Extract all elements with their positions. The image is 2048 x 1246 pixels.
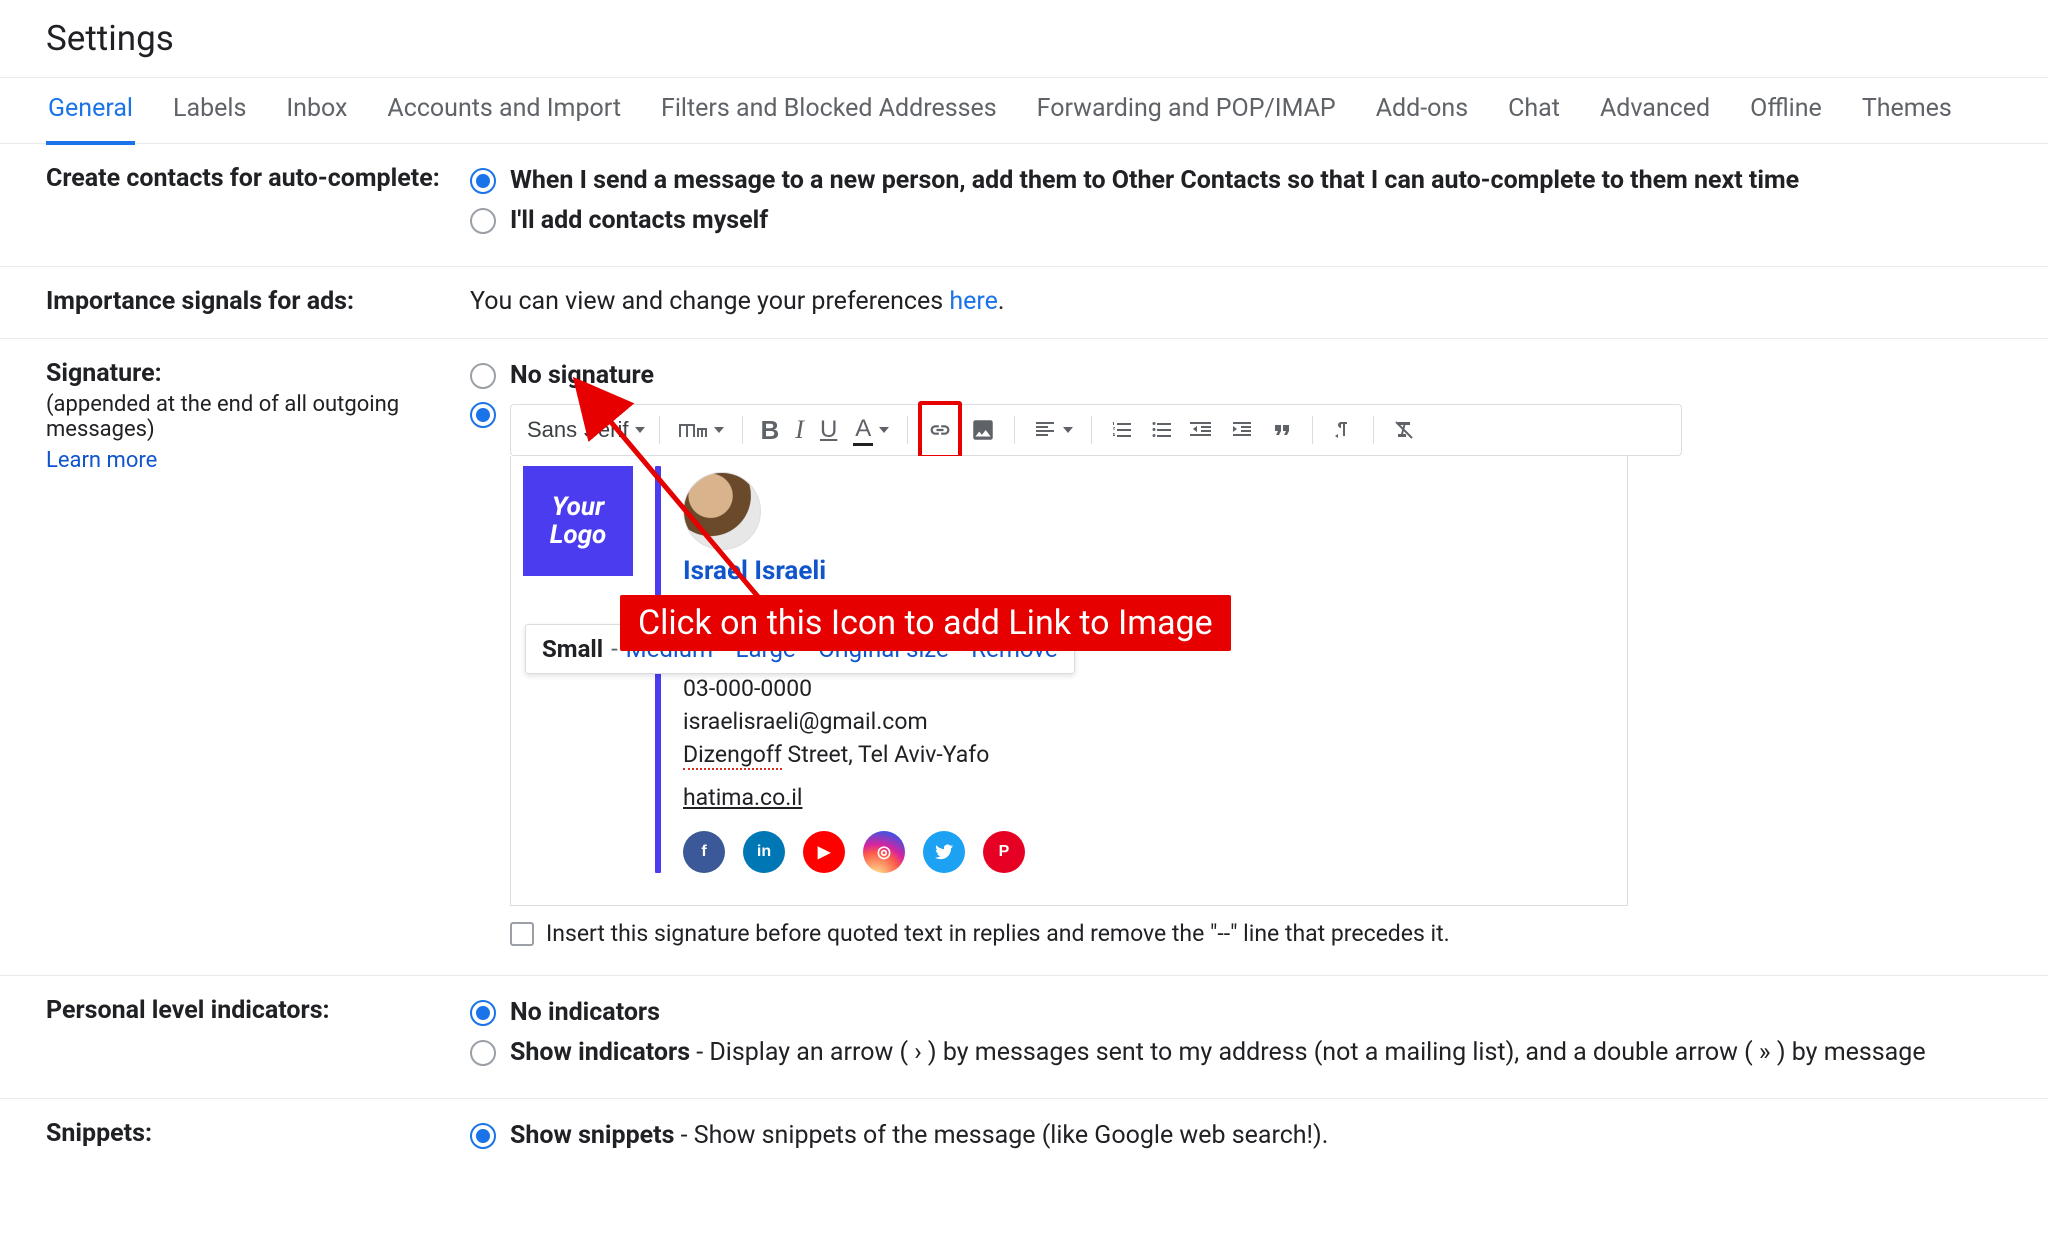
align-button[interactable] bbox=[1025, 405, 1081, 455]
numbered-list-button[interactable] bbox=[1102, 405, 1142, 455]
radio-use-signature[interactable] bbox=[470, 402, 496, 428]
ads-text-before: You can view and change your preferences bbox=[470, 287, 949, 316]
option-contacts-manual-label: I'll add contacts myself bbox=[510, 204, 768, 238]
tab-add-ons[interactable]: Add-ons bbox=[1374, 76, 1470, 145]
tab-general[interactable]: General bbox=[46, 76, 135, 145]
quote-button[interactable] bbox=[1262, 405, 1302, 455]
text-direction-icon bbox=[1331, 418, 1355, 442]
signature-website[interactable]: hatima.co.il bbox=[683, 784, 1025, 811]
signature-social-icons: f in ▶ ◎ P bbox=[683, 831, 1025, 873]
facebook-icon[interactable]: f bbox=[683, 831, 725, 873]
indent-more-button[interactable] bbox=[1222, 405, 1262, 455]
tab-advanced[interactable]: Advanced bbox=[1598, 76, 1712, 145]
label-signature: Signature: bbox=[46, 359, 470, 388]
learn-more-link[interactable]: Learn more bbox=[46, 448, 157, 473]
signature-phone2: 03-000-0000 bbox=[683, 675, 1025, 702]
option-no-signature-label: No signature bbox=[510, 359, 654, 393]
tab-offline[interactable]: Offline bbox=[1748, 76, 1824, 145]
bulleted-list-icon bbox=[1150, 418, 1174, 442]
settings-tabs: General Labels Inbox Accounts and Import Fil… bbox=[0, 77, 2048, 144]
row-contacts: Create contacts for auto-complete: When … bbox=[0, 144, 2048, 267]
pinterest-icon[interactable]: P bbox=[983, 831, 1025, 873]
option-show-snippets-label: Show snippets - Show snippets of the mes… bbox=[510, 1119, 1328, 1153]
row-ads: Importance signals for ads: You can view… bbox=[0, 267, 2048, 339]
radio-no-signature[interactable] bbox=[470, 363, 496, 389]
instagram-icon[interactable]: ◎ bbox=[863, 831, 905, 873]
radio-contacts-manual[interactable] bbox=[470, 208, 496, 234]
youtube-icon[interactable]: ▶ bbox=[803, 831, 845, 873]
text-direction-button[interactable] bbox=[1323, 405, 1363, 455]
signature-email: israelisraeli@gmail.com bbox=[683, 708, 1025, 735]
tab-filters-and-blocked-addresses[interactable]: Filters and Blocked Addresses bbox=[659, 76, 999, 145]
linkedin-icon[interactable]: in bbox=[743, 831, 785, 873]
ads-text-after: . bbox=[998, 287, 1005, 316]
indent-less-icon bbox=[1190, 418, 1214, 442]
signature-address: Dizengoff Street, Tel Aviv-Yafo bbox=[683, 741, 1025, 768]
label-contacts: Create contacts for auto-complete: bbox=[46, 164, 440, 193]
label-pli: Personal level indicators: bbox=[46, 996, 330, 1025]
tab-forwarding-and-pop-imap[interactable]: Forwarding and POP/IMAP bbox=[1035, 76, 1338, 145]
radio-no-indicators[interactable] bbox=[470, 1000, 496, 1026]
label-signature-sub: (appended at the end of all outgoing mes… bbox=[46, 392, 470, 442]
radio-contacts-auto[interactable] bbox=[470, 168, 496, 194]
option-show-indicators-label: Show indicators - Display an arrow ( › )… bbox=[510, 1036, 1926, 1070]
option-contacts-auto-label: When I send a message to a new person, a… bbox=[510, 164, 1799, 198]
row-snippets: Snippets: Show snippets - Show snippets … bbox=[0, 1099, 2048, 1181]
tab-chat[interactable]: Chat bbox=[1506, 76, 1562, 145]
insert-before-quote-label: Insert this signature before quoted text… bbox=[546, 920, 1450, 947]
indent-more-icon bbox=[1230, 418, 1254, 442]
tab-accounts-and-import[interactable]: Accounts and Import bbox=[385, 76, 623, 145]
remove-formatting-button[interactable] bbox=[1384, 405, 1424, 455]
twitter-icon[interactable] bbox=[923, 831, 965, 873]
row-pli: Personal level indicators: No indicators… bbox=[0, 976, 2048, 1099]
label-snippets: Snippets: bbox=[46, 1119, 152, 1148]
quote-icon bbox=[1270, 418, 1294, 442]
tab-inbox[interactable]: Inbox bbox=[284, 76, 349, 145]
align-left-icon bbox=[1033, 418, 1057, 442]
radio-show-indicators[interactable] bbox=[470, 1040, 496, 1066]
bulleted-list-button[interactable] bbox=[1142, 405, 1182, 455]
tab-labels[interactable]: Labels bbox=[171, 76, 248, 145]
page-title: Settings bbox=[0, 0, 2048, 77]
tab-themes[interactable]: Themes bbox=[1860, 76, 1954, 145]
label-ads: Importance signals for ads: bbox=[46, 287, 354, 316]
annotation-callout: Click on this Icon to add Link to Image bbox=[620, 595, 1231, 651]
indent-less-button[interactable] bbox=[1182, 405, 1222, 455]
option-no-indicators-label: No indicators bbox=[510, 996, 660, 1030]
checkbox-insert-before-quote[interactable] bbox=[510, 922, 534, 946]
radio-show-snippets[interactable] bbox=[470, 1123, 496, 1149]
remove-formatting-icon bbox=[1392, 418, 1416, 442]
ads-here-link[interactable]: here bbox=[949, 287, 998, 316]
row-signature: Signature: (appended at the end of all o… bbox=[0, 339, 2048, 977]
numbered-list-icon bbox=[1110, 418, 1134, 442]
